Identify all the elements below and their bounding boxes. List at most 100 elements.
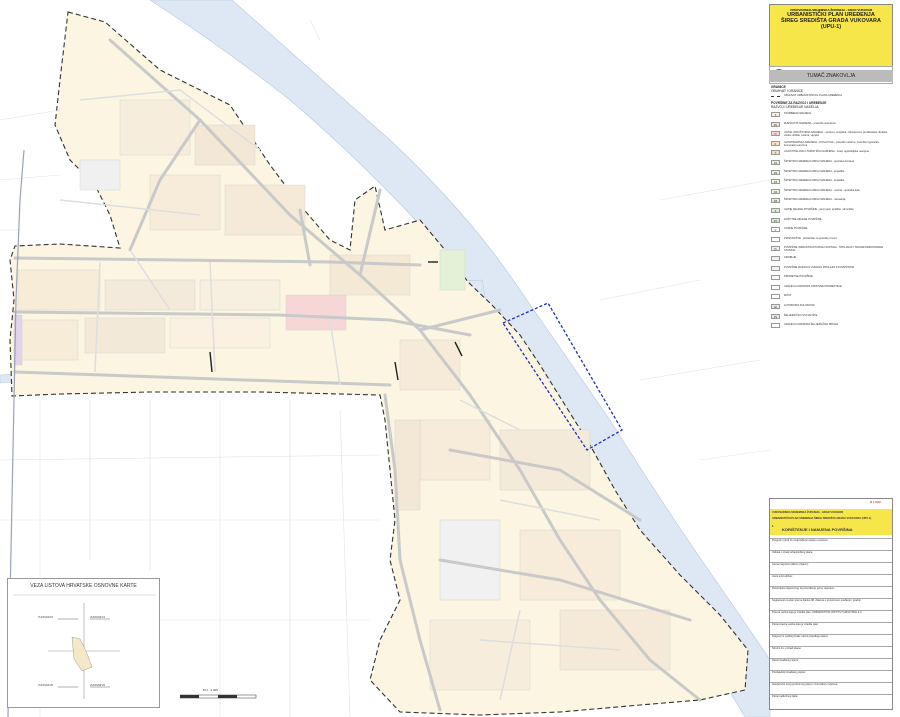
legend-row: R3 ŠPORTSKO-REKREACIJSKA NAMJENA - kupali… xyxy=(771,179,891,186)
legend-label: GRANICA KORIDORA OSNOVNE PROMETNICE xyxy=(784,284,842,288)
doc-row-text: Predsjednik Gradskog vijeća: xyxy=(772,671,806,674)
doc-row-text: Program mjera za unapređenje stanja u pr… xyxy=(772,539,828,542)
legend-row: Z1 ZAŠTITNE ZELENE POVRŠINE xyxy=(771,217,891,225)
doc-row-text: Javni uvid održan: xyxy=(772,575,793,578)
legend-label: ŠPORTSKO-REKREACIJSKA NAMJENA - kupališt… xyxy=(784,169,845,173)
legend-swatch: Z1 xyxy=(771,217,780,223)
legend-swatch xyxy=(771,265,780,271)
legend-swatch: R5 xyxy=(771,198,780,204)
legend-swatch: AK xyxy=(771,304,780,309)
legend-row: M1 MJEŠOVITA NAMJENA - pretežito stambena xyxy=(771,121,891,129)
legend-swatch xyxy=(771,294,780,300)
legend-row: S STAMBENA NAMJENA xyxy=(771,112,891,119)
legend-row: R2 ŠPORTSKO-REKREACIJSKA NAMJENA - kupali… xyxy=(771,169,891,177)
legend-label: PRISTANIŠTE - pristanište za putnički pr… xyxy=(784,236,837,240)
key-map-grid xyxy=(13,594,156,699)
legend-swatch xyxy=(771,323,780,329)
legend-row: POVRŠINE RAZVOJA VODNOG PROLAZA S POVRŠI… xyxy=(771,265,891,273)
legend-swatch: S xyxy=(771,112,780,117)
legend-row: D JAVNA I DRUŠTVENA NAMJENA - upravna, so… xyxy=(771,131,891,138)
legend-swatch: D xyxy=(771,131,780,137)
legend-swatch: R1 xyxy=(771,160,780,165)
legend-label: GRANICA KORIDORA ŽELJEZNIČKE PRUGE xyxy=(784,323,839,327)
doc-row-text: Istovjetnost ovog prostornog plana s izv… xyxy=(772,683,839,686)
legend-row: R4 ŠPORTSKO-REKREACIJSKA NAMJENA - marina… xyxy=(771,188,891,196)
legend-label: AUTOBUSNI KOLODVOR xyxy=(784,304,815,307)
legend-label: ŠPORTSKO-REKREACIJSKA NAMJENA - rekreaci… xyxy=(784,198,846,202)
legend-row: GROBLJE xyxy=(771,256,891,263)
legend-label: ŠPORTSKO-REKREACIJSKA NAMJENA - kupališt… xyxy=(784,179,845,183)
legend-label: POVRŠINE RAZVOJA VODNOG PROLAZA S POVRŠI… xyxy=(784,265,854,269)
boundary-dash-swatch xyxy=(771,96,780,98)
legend-row: GRANICA KORIDORA ŽELJEZNIČKE PRUGE xyxy=(771,323,891,330)
doc-row-text: Pečat nadležnog tijela: xyxy=(772,695,799,698)
doc-row-text: Odgovorni voditelj izrade nacrta prijedl… xyxy=(772,635,829,638)
doc-row-text: Pečat Gradskog vijeća: xyxy=(772,659,799,662)
legend-swatch xyxy=(771,284,780,290)
legend-border-sub: OBUHVAT I GRANICE xyxy=(771,89,804,93)
doc-scale-code: M 1:2000 xyxy=(870,501,881,504)
legend-row-boundary: OBUHVAT URBANISTIČKOG PLANA UREĐENJA xyxy=(771,94,891,101)
legend-row: ŽS ŽELJEZNIČKO STAJALIŠTE xyxy=(771,313,891,321)
legend-label: POVRŠINE INFRASTRUKTURNIH SUSTAVA - TRPL… xyxy=(784,246,884,253)
legend-swatch: T xyxy=(771,150,780,156)
legend-label: GOSPODARSKA NAMJENA - POSLOVNA - preteži… xyxy=(784,140,880,147)
legend-use-sub: RAZVOJ I UREĐENJE NASELJA xyxy=(771,105,819,109)
legend-swatch xyxy=(771,275,780,281)
legend-swatch: V xyxy=(771,227,780,233)
key-label-sw: VUKOVAR 28 xyxy=(38,684,53,687)
doc-row-text: Pečat pravne osobe koja je izradila plan… xyxy=(772,623,819,626)
legend-row: K GOSPODARSKA NAMJENA - POSLOVNA - pretež… xyxy=(771,140,891,148)
doc-row-text: Stručni tim u izradi plana: xyxy=(772,647,802,650)
legend-swatch: M1 xyxy=(771,121,780,127)
doc-sheet-no: 1. xyxy=(772,525,775,528)
doc-plan-name: URBANISTIČKI PLAN UREĐENJA ŠIREG SREDIŠT… xyxy=(772,517,872,520)
title-plan-code: (UPU-1) xyxy=(820,24,842,30)
title-block: VUKOVARSKO-SRIJEMSKA ŽUPANIJA - GRAD VUK… xyxy=(769,4,893,74)
legend-swatch: K xyxy=(771,140,780,146)
doc-row-text: Suglasnost na plan prema članku 98. Zako… xyxy=(772,599,861,602)
legend-swatch: ŽS xyxy=(771,313,780,319)
legend-label: VODNE POVRŠINE xyxy=(784,227,808,231)
legend-label: PROMETNE POVRŠINE xyxy=(784,275,813,279)
legend-row: IS POVRŠINE INFRASTRUKTURNIH SUSTAVA - TR… xyxy=(771,246,891,253)
legend-swatch: R4 xyxy=(771,188,780,194)
legend-label: ŠPORTSKO-REKREACIJSKA NAMJENA - sportska… xyxy=(784,160,855,163)
legend-boundary-label: OBUHVAT URBANISTIČKOG PLANA UREĐENJA xyxy=(784,94,843,97)
legend-label: GROBLJE xyxy=(784,256,797,259)
map-legend: TUMAČ ZNAKOVLJA GRANICE OBUHVAT I GRANIC… xyxy=(769,70,893,330)
doc-row-text: Pečat tijela odgovornog za provođenje ja… xyxy=(772,587,835,590)
key-label-nw: VUKOVAR 18 xyxy=(38,616,53,619)
doc-row-text: Pravna osoba koja je izradila plan: URBA… xyxy=(772,611,863,614)
doc-row-text: Odluka o izradi urbanističkog plana xyxy=(772,551,813,554)
key-label-ne: VUKOVAR 19 xyxy=(90,616,105,619)
legend-label: ZAŠTITNE ZELENE POVRŠINE xyxy=(784,217,822,221)
legend-label: JAVNE ZELENE POVRŠINE - javni park, igra… xyxy=(784,208,854,211)
legend-label: STAMBENA NAMJENA xyxy=(784,112,812,115)
legend-label: JAVNA I DRUŠTVENA NAMJENA - upravna, soc… xyxy=(784,131,888,138)
legend-swatch: R2 xyxy=(771,169,780,175)
legend-row: R1 ŠPORTSKO-REKREACIJSKA NAMJENA - sports… xyxy=(771,160,891,167)
legend-label: ŠPORTSKO-REKREACIJSKA NAMJENA - marina -… xyxy=(784,188,860,192)
legend-row: GRANICA KORIDORA OSNOVNE PROMETNICE xyxy=(771,284,891,292)
legend-row: AK AUTOBUSNI KOLODVOR xyxy=(771,304,891,311)
legend-row: T UGOSTITELJSKO-TURISTIČKA NAMJENA - hote… xyxy=(771,150,891,157)
doc-county: VUKOVARSKO-SRIJEMSKA ŽUPANIJA - GRAD VUK… xyxy=(772,511,844,514)
legend-swatch xyxy=(771,236,780,242)
scale-bar xyxy=(180,694,257,699)
legend-swatch xyxy=(771,256,780,261)
legend-swatch: R3 xyxy=(771,179,780,185)
legend-row: Z JAVNE ZELENE POVRŠINE - javni park, igr… xyxy=(771,208,891,215)
legend-row: V VODNE POVRŠINE xyxy=(771,227,891,234)
doc-row-text: Javna rasprava (datum objave): xyxy=(772,563,809,566)
scale-label: M 1 : 2 000 xyxy=(203,688,219,692)
legend-swatch: IS xyxy=(771,246,780,252)
doc-sheet-title: KORIŠTENJE I NAMJENA POVRŠINA xyxy=(782,527,853,532)
key-label-se: VUKOVAR 29 xyxy=(90,684,105,687)
sheet-key-map: VEZA LISTOVA HRVATSKE OSNOVNE KARTE VUKO… xyxy=(7,578,160,708)
legend-swatch: Z xyxy=(771,208,780,213)
legend-label: MJEŠOVITA NAMJENA - pretežito stambena xyxy=(784,121,836,125)
legend-row: PRISTANIŠTE - pristanište za putnički pr… xyxy=(771,236,891,244)
legend-label: ŽELJEZNIČKO STAJALIŠTE xyxy=(784,313,818,317)
plan-approval-table: M 1:2000 VUKOVARSKO-SRIJEMSKA ŽUPANIJA -… xyxy=(769,498,893,710)
